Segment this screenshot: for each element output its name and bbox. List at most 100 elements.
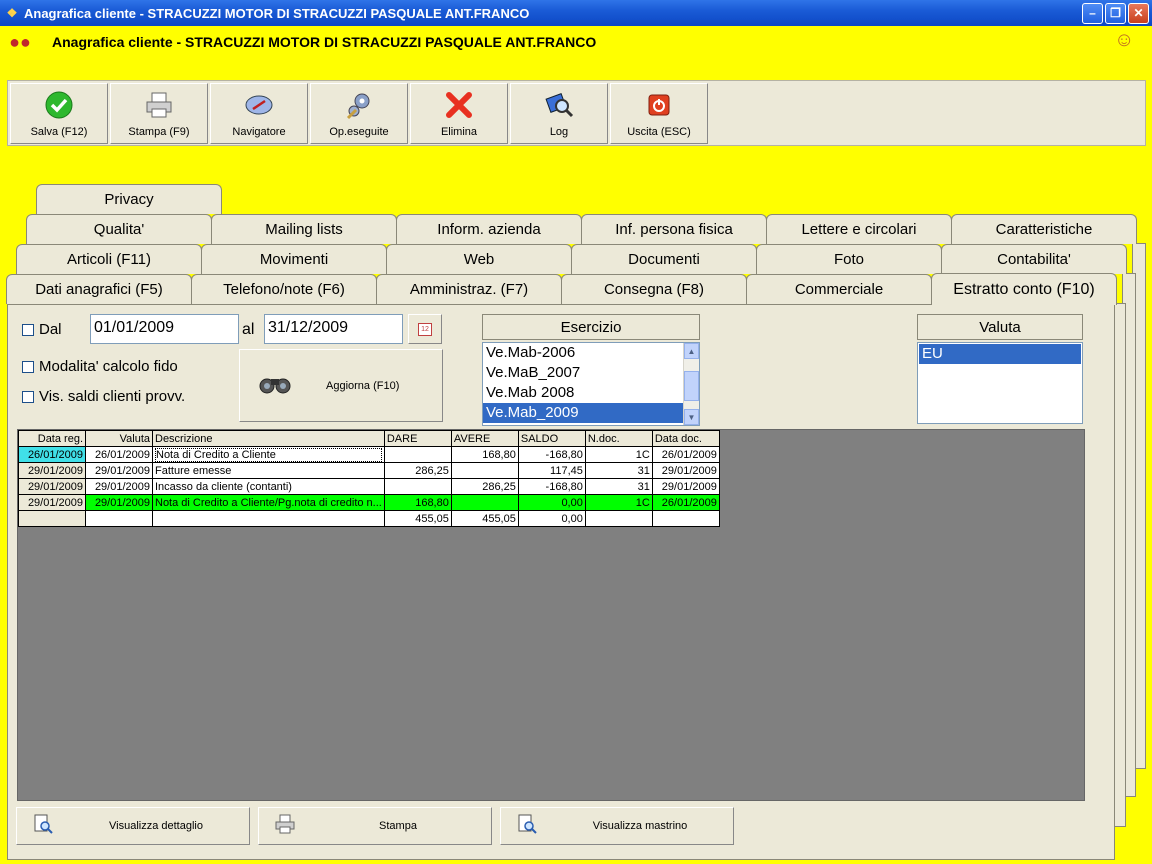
cell-saldo[interactable]: 0,00 xyxy=(517,494,586,511)
cell-valuta[interactable]: 29/01/2009 xyxy=(85,494,153,511)
table-row[interactable]: 29/01/2009 29/01/2009 Incasso da cliente… xyxy=(18,478,720,495)
cell-descrizione[interactable]: Fatture emesse xyxy=(152,462,385,479)
cell-valuta[interactable]: 29/01/2009 xyxy=(85,478,153,495)
valuta-listbox[interactable]: EU xyxy=(917,342,1083,424)
strawberry-logo-icon: ●● xyxy=(9,31,31,52)
esercizio-item[interactable]: Ve.Mab 2008 xyxy=(483,383,699,403)
col-avere[interactable]: AVERE xyxy=(450,430,519,447)
tab-inf-persona-fisica[interactable]: Inf. persona fisica xyxy=(581,214,767,244)
esercizio-scrollbar[interactable]: ▲ ▼ xyxy=(683,343,699,425)
log-button[interactable]: Log xyxy=(510,83,608,144)
col-valuta[interactable]: Valuta xyxy=(85,430,153,447)
esercizio-item[interactable]: Ve.MaB_2007 xyxy=(483,363,699,383)
table-row[interactable]: 29/01/2009 29/01/2009 Fatture emesse 286… xyxy=(18,462,720,479)
delete-button[interactable]: Elimina xyxy=(410,83,508,144)
cell-saldo[interactable]: 117,45 xyxy=(517,462,586,479)
close-button[interactable]: ✕ xyxy=(1128,2,1149,24)
dal-checkbox[interactable]: Dal xyxy=(22,321,62,338)
tab-amministrazione[interactable]: Amministraz. (F7) xyxy=(376,274,562,304)
operations-done-button[interactable]: Op.eseguite xyxy=(310,83,408,144)
save-button[interactable]: Salva (F12) xyxy=(10,83,108,144)
cell-saldo[interactable]: -168,80 xyxy=(517,446,586,463)
tab-movimenti[interactable]: Movimenti xyxy=(201,244,387,274)
restore-button[interactable]: ❐ xyxy=(1105,2,1126,24)
tab-inform-azienda[interactable]: Inform. azienda xyxy=(396,214,582,244)
cell-data-doc[interactable]: 29/01/2009 xyxy=(651,462,720,479)
cell-dare[interactable] xyxy=(383,446,452,463)
cell-avere[interactable] xyxy=(450,494,519,511)
tab-commerciale[interactable]: Commerciale xyxy=(746,274,932,304)
cell-saldo[interactable]: -168,80 xyxy=(517,478,586,495)
cell-dare[interactable] xyxy=(383,478,452,495)
dal-checkbox-box[interactable] xyxy=(22,323,34,336)
calendar-button[interactable]: 12 xyxy=(408,314,442,344)
cell-descrizione[interactable]: Nota di Credito a Cliente xyxy=(152,446,385,463)
tab-caratteristiche[interactable]: Caratteristiche xyxy=(951,214,1137,244)
tab-web[interactable]: Web xyxy=(386,244,572,274)
cell-dare[interactable]: 286,25 xyxy=(383,462,452,479)
valuta-item-selected[interactable]: EU xyxy=(919,344,1081,364)
cell-data-doc[interactable]: 29/01/2009 xyxy=(651,478,720,495)
cell-data-reg[interactable]: 29/01/2009 xyxy=(18,462,86,479)
modalita-fido-checkbox[interactable]: Modalita' calcolo fido xyxy=(22,358,178,375)
scroll-down-icon[interactable]: ▼ xyxy=(684,409,699,425)
cell-descrizione[interactable]: Incasso da cliente (contanti) xyxy=(152,478,385,495)
cell-n-doc[interactable]: 1C xyxy=(584,494,653,511)
col-descrizione[interactable]: Descrizione xyxy=(152,430,385,447)
cell-data-doc[interactable]: 26/01/2009 xyxy=(651,494,720,511)
cell-valuta[interactable]: 29/01/2009 xyxy=(85,462,153,479)
esercizio-listbox[interactable]: Ve.Mab-2006 Ve.MaB_2007 Ve.Mab 2008 Ve.M… xyxy=(482,342,700,426)
vis-saldi-checkbox-box[interactable] xyxy=(22,390,34,403)
cell-n-doc[interactable]: 31 xyxy=(584,462,653,479)
tab-mailing-lists[interactable]: Mailing lists xyxy=(211,214,397,244)
navigator-button[interactable]: Navigatore xyxy=(210,83,308,144)
cell-avere[interactable] xyxy=(450,462,519,479)
visualizza-mastrino-button[interactable]: Visualizza mastrino xyxy=(500,807,734,845)
exit-button[interactable]: Uscita (ESC) xyxy=(610,83,708,144)
tab-foto[interactable]: Foto xyxy=(756,244,942,274)
cell-data-doc[interactable]: 26/01/2009 xyxy=(651,446,720,463)
tab-articoli[interactable]: Articoli (F11) xyxy=(16,244,202,274)
cell-valuta[interactable]: 26/01/2009 xyxy=(85,446,153,463)
users-icon[interactable]: ☺ xyxy=(1114,29,1140,55)
stampa-button[interactable]: Stampa xyxy=(258,807,492,845)
aggiorna-button[interactable]: Aggiorna (F10) xyxy=(239,349,443,422)
col-saldo[interactable]: SALDO xyxy=(517,430,586,447)
cell-avere[interactable]: 286,25 xyxy=(450,478,519,495)
table-row-highlighted[interactable]: 29/01/2009 29/01/2009 Nota di Credito a … xyxy=(18,494,720,511)
cell-n-doc[interactable]: 31 xyxy=(584,478,653,495)
minimize-button[interactable]: – xyxy=(1082,2,1103,24)
tab-consegna[interactable]: Consegna (F8) xyxy=(561,274,747,304)
table-row[interactable]: 26/01/2009 26/01/2009 Nota di Credito a … xyxy=(18,446,720,463)
tab-contabilita[interactable]: Contabilita' xyxy=(941,244,1127,274)
tab-telefono-note[interactable]: Telefono/note (F6) xyxy=(191,274,377,304)
tab-documenti[interactable]: Documenti xyxy=(571,244,757,274)
cell-data-reg[interactable]: 26/01/2009 xyxy=(18,446,86,463)
cell-data-reg[interactable]: 29/01/2009 xyxy=(18,494,86,511)
scroll-up-icon[interactable]: ▲ xyxy=(684,343,699,359)
vis-saldi-checkbox[interactable]: Vis. saldi clienti provv. xyxy=(22,388,185,405)
visualizza-dettaglio-button[interactable]: Visualizza dettaglio xyxy=(16,807,250,845)
tab-dati-anagrafici[interactable]: Dati anagrafici (F5) xyxy=(6,274,192,304)
tab-lettere-circolari[interactable]: Lettere e circolari xyxy=(766,214,952,244)
col-data-doc[interactable]: Data doc. xyxy=(651,430,720,447)
esercizio-item-selected[interactable]: Ve.Mab_2009 xyxy=(483,403,699,423)
cell-avere[interactable]: 168,80 xyxy=(450,446,519,463)
tab-estratto-conto[interactable]: Estratto conto (F10) xyxy=(931,273,1117,305)
col-dare[interactable]: DARE xyxy=(383,430,452,447)
scroll-thumb[interactable] xyxy=(684,371,699,401)
cell-descrizione[interactable]: Nota di Credito a Cliente/Pg.nota di cre… xyxy=(152,494,385,511)
date-from-input[interactable]: 01/01/2009 xyxy=(90,314,239,344)
tab-qualita[interactable]: Qualita' xyxy=(26,214,212,244)
col-data-reg[interactable]: Data reg. xyxy=(18,430,86,447)
col-n-doc[interactable]: N.doc. xyxy=(584,430,653,447)
cell-data-reg[interactable]: 29/01/2009 xyxy=(18,478,86,495)
cell-n-doc[interactable]: 1C xyxy=(584,446,653,463)
cell-dare[interactable]: 168,80 xyxy=(383,494,452,511)
date-to-input[interactable]: 31/12/2009 xyxy=(264,314,403,344)
modalita-fido-checkbox-box[interactable] xyxy=(22,360,34,373)
print-button[interactable]: Stampa (F9) xyxy=(110,83,208,144)
esercizio-item[interactable]: Ve.Mab-2006 xyxy=(483,343,699,363)
navigator-button-label: Navigatore xyxy=(232,126,286,138)
tab-privacy[interactable]: Privacy xyxy=(36,184,222,214)
